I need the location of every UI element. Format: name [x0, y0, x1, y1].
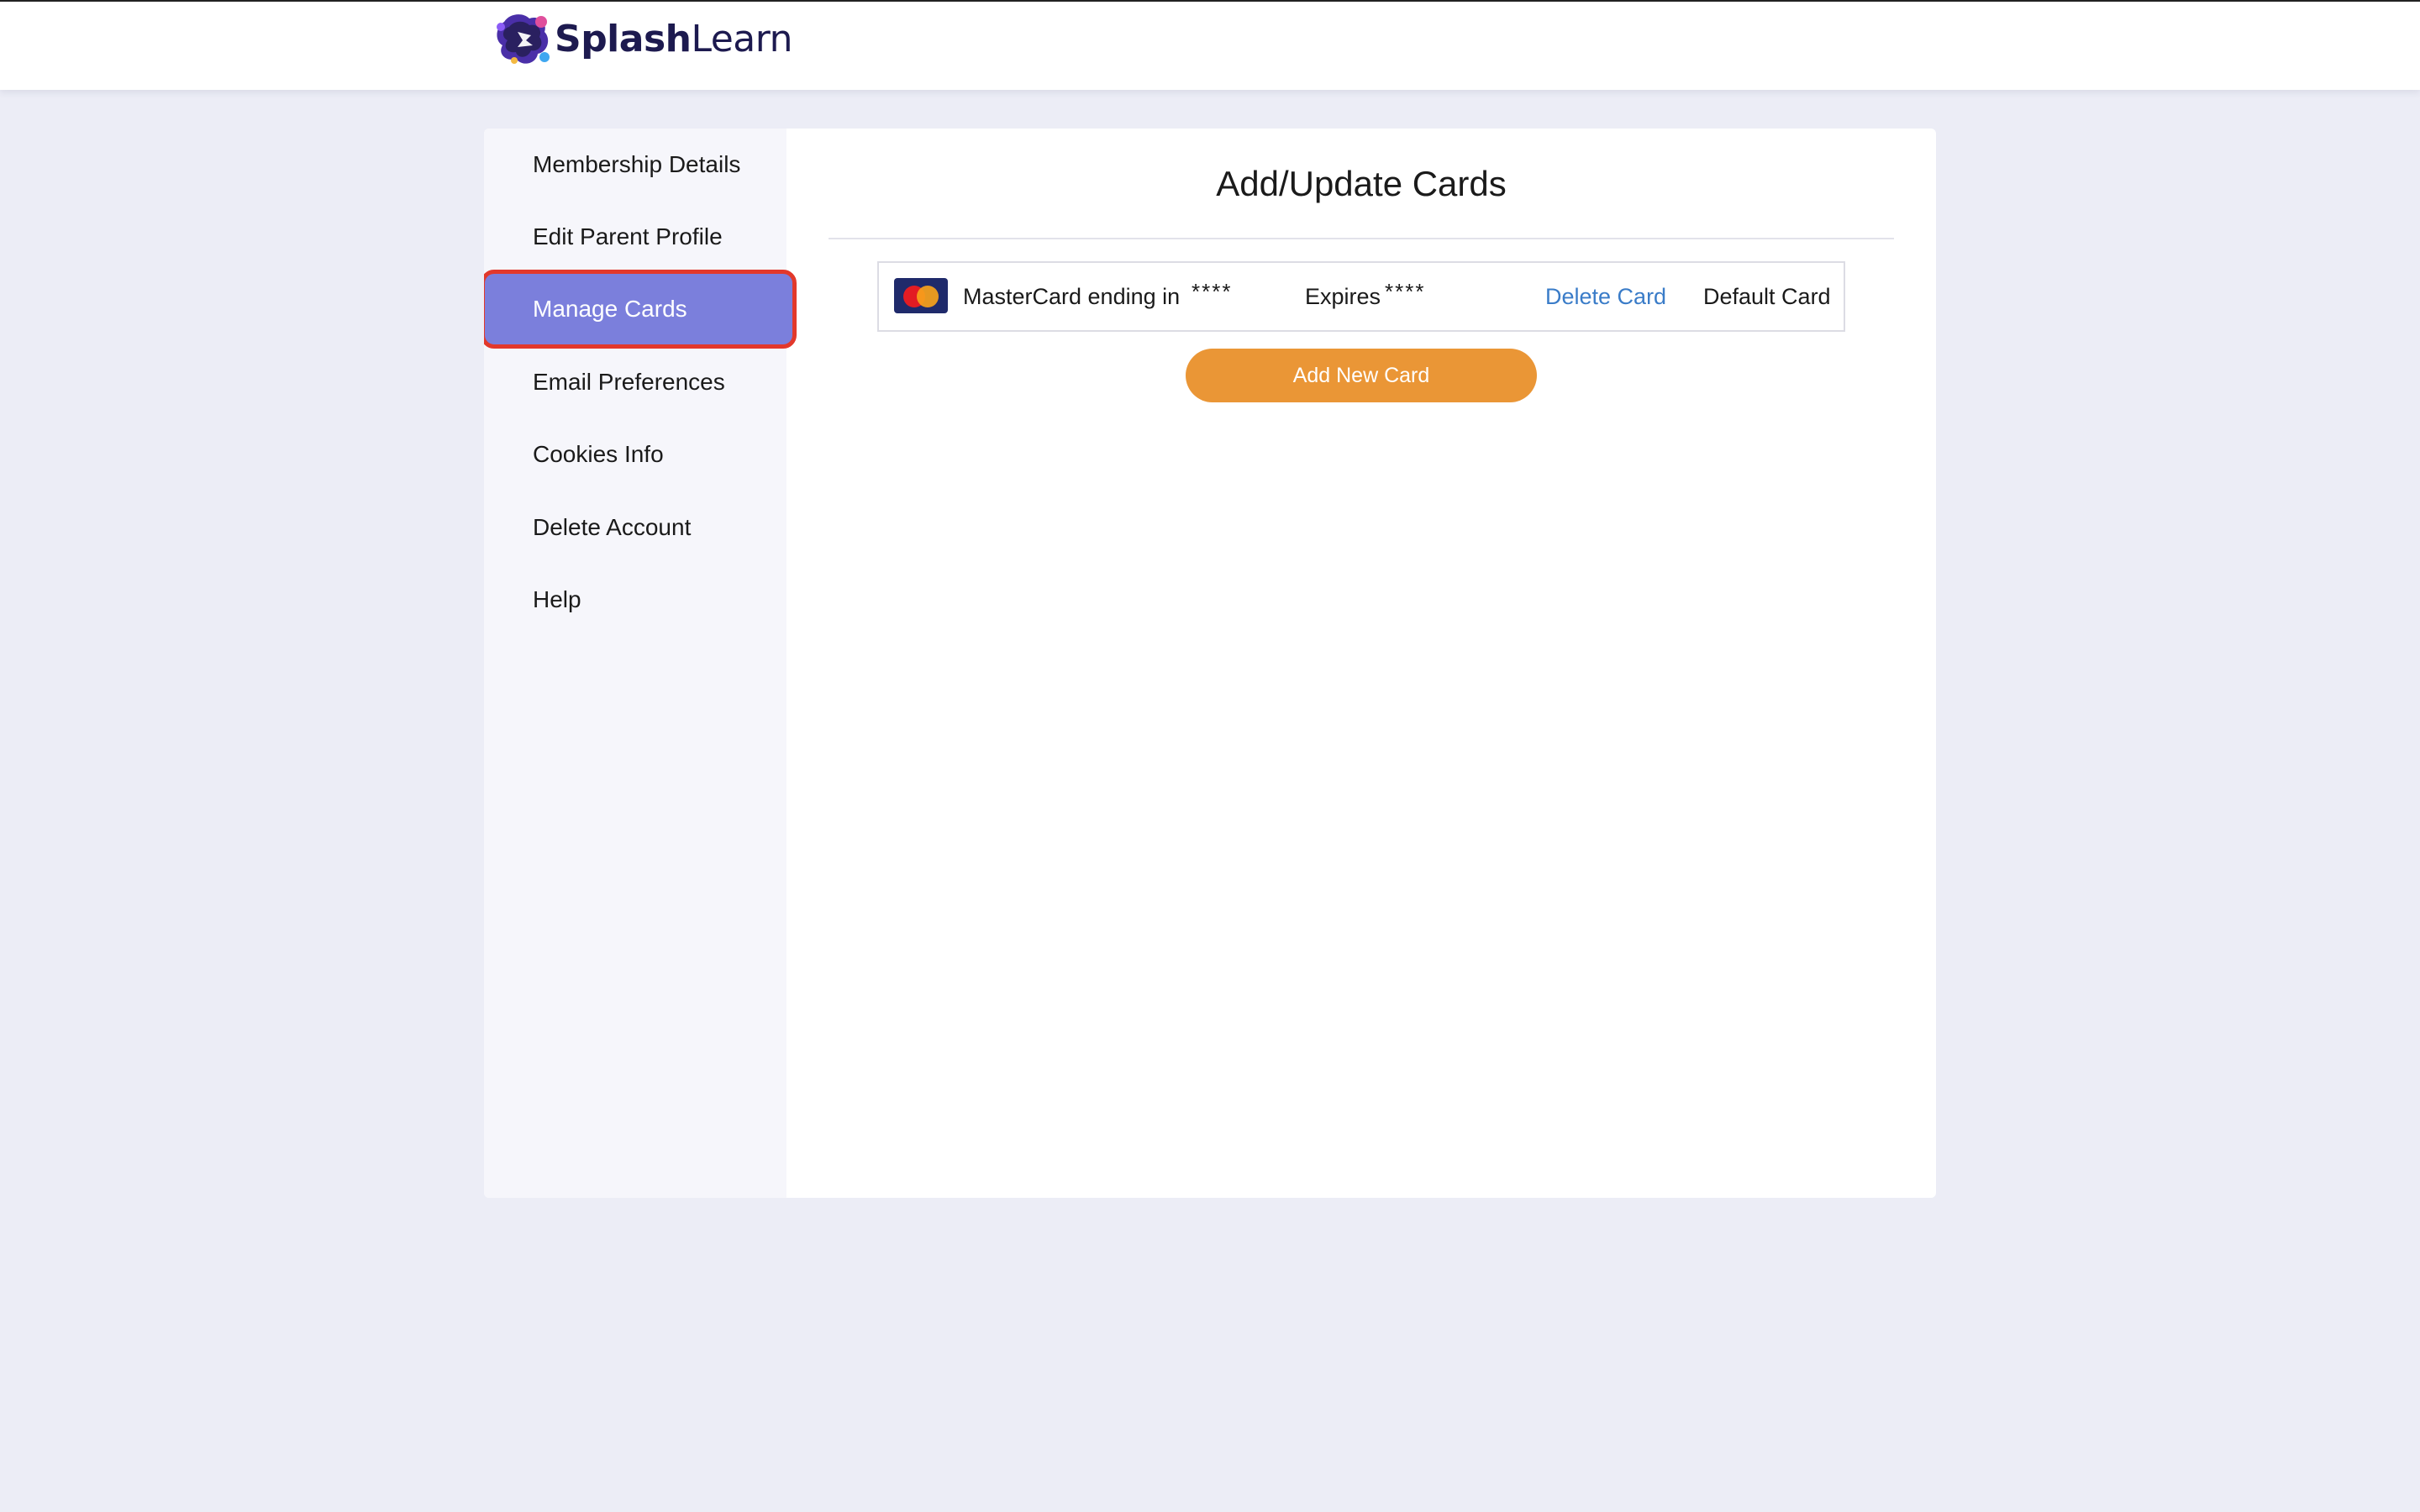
card-expiry-mask: ****: [1385, 263, 1425, 330]
default-card-label: Default Card: [1703, 283, 1831, 309]
delete-card-link[interactable]: Delete Card: [1545, 263, 1666, 330]
sidebar-item-delete-account[interactable]: Delete Account: [484, 491, 786, 564]
brand-name-bold: Splash: [555, 18, 692, 60]
sidebar-item-membership-details[interactable]: Membership Details: [484, 129, 786, 201]
top-header: SplashLearn: [0, 0, 2420, 90]
account-sidebar: Membership Details Edit Parent Profile M…: [484, 129, 797, 1198]
manage-cards-content: Add/Update Cards MasterCard ending in **…: [786, 129, 1936, 1198]
sidebar-item-manage-cards[interactable]: Manage Cards: [484, 270, 797, 349]
card-number-mask: ****: [1192, 263, 1232, 330]
saved-card-row: MasterCard ending in **** Expires **** D…: [877, 261, 1845, 332]
card-number-mask-text: ****: [1192, 278, 1233, 304]
brand-name-light: Learn: [691, 18, 792, 60]
sidebar-item-cookies-info[interactable]: Cookies Info: [484, 418, 786, 491]
expires-label: Expires: [1305, 283, 1381, 309]
account-panel: Membership Details Edit Parent Profile M…: [484, 129, 1936, 1198]
splashlearn-logo[interactable]: SplashLearn: [492, 10, 792, 69]
splashlearn-logo-icon: [497, 14, 550, 64]
title-divider: [829, 238, 1894, 239]
card-description: MasterCard ending in: [963, 283, 1181, 309]
sidebar-item-email-preferences[interactable]: Email Preferences: [484, 346, 786, 418]
sidebar-item-edit-parent-profile[interactable]: Edit Parent Profile: [484, 201, 786, 273]
mastercard-icon: [894, 278, 948, 313]
card-expiry-mask-text: ****: [1385, 278, 1426, 304]
add-new-card-button[interactable]: Add New Card: [1186, 349, 1537, 402]
brand-name: SplashLearn: [555, 21, 792, 58]
sidebar-item-help[interactable]: Help: [484, 564, 786, 636]
page-title: Add/Update Cards: [1216, 164, 1507, 203]
